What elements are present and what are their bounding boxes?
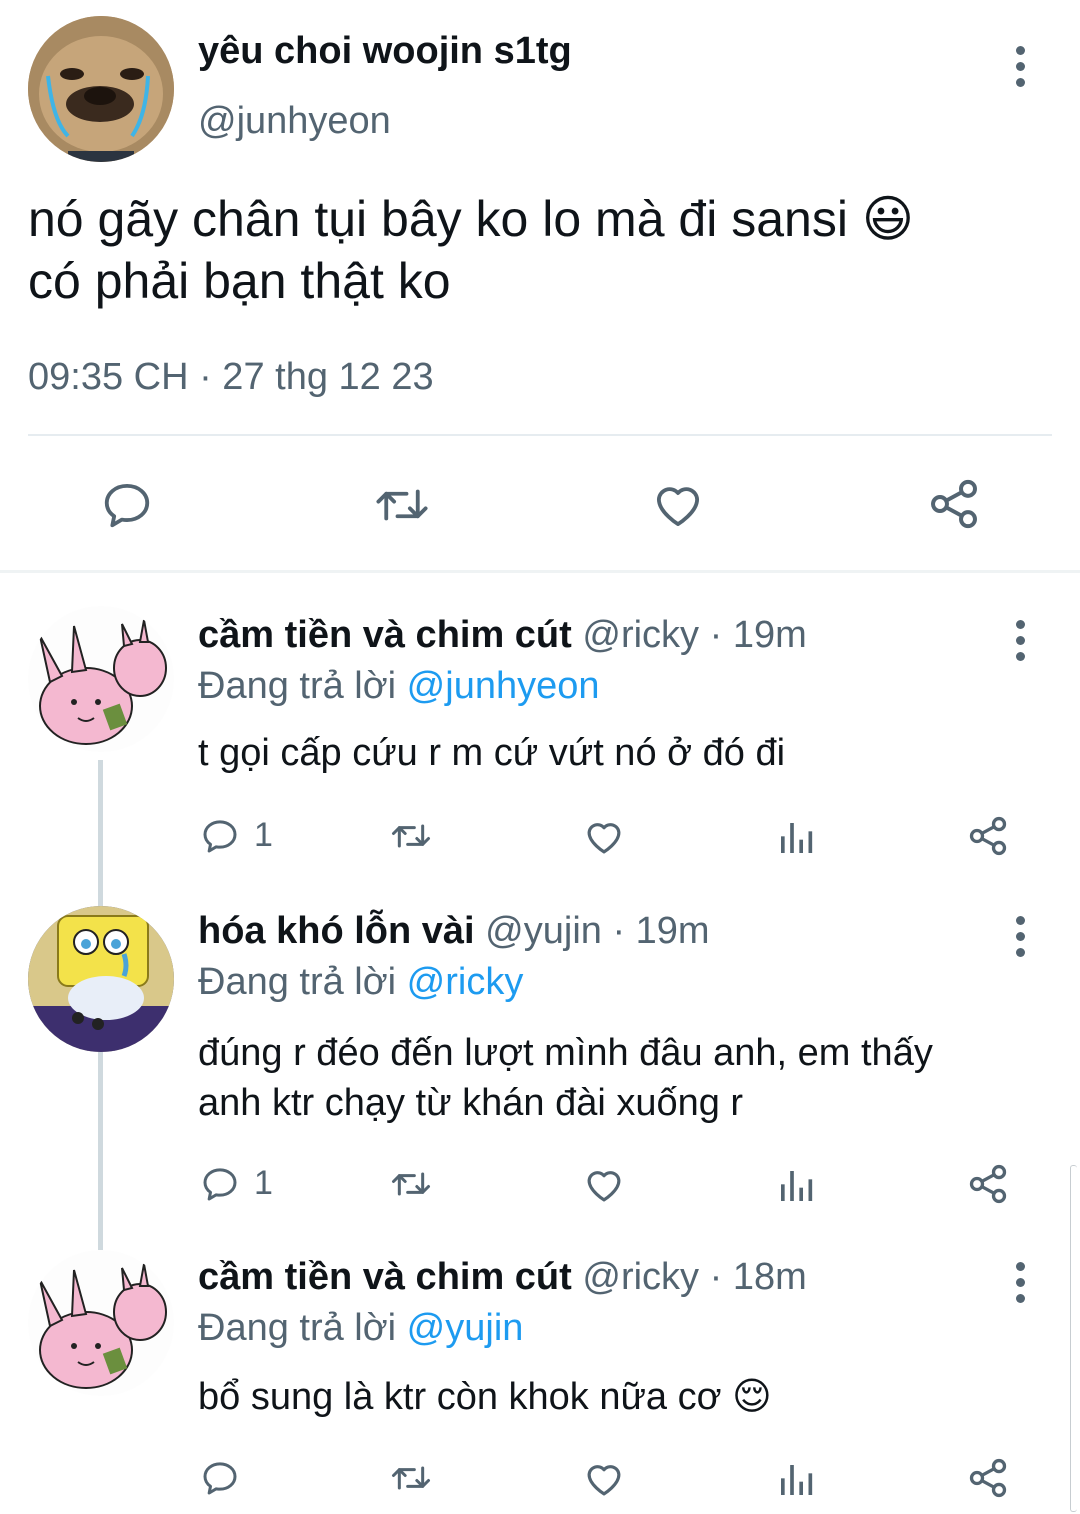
share-icon[interactable] [966, 814, 1010, 858]
more-options-icon[interactable] [1016, 916, 1026, 964]
reply-count: 1 [254, 816, 273, 854]
reply-meta[interactable]: @ricky · 18m [582, 1256, 806, 1298]
like-icon[interactable] [582, 1164, 626, 1206]
reply-text: đúng r đéo đến lượt mình đâu anh, em thấ… [198, 1028, 933, 1128]
reply-meta[interactable]: @ricky · 19m [582, 614, 806, 656]
replying-to: Đang trả lời @ricky [198, 961, 523, 1004]
analytics-icon[interactable] [776, 1166, 816, 1206]
replying-to: Đang trả lời @junhyeon [198, 665, 600, 708]
share-icon[interactable] [926, 476, 982, 532]
reply-meta[interactable]: @yujin · 19m [485, 910, 709, 952]
replying-label: Đang trả lời [198, 665, 397, 707]
replying-label: Đang trả lời [198, 961, 397, 1003]
reply-header: cầm tiền và chim cút @ricky · 18m [198, 1256, 807, 1299]
more-options-icon[interactable] [1016, 620, 1026, 668]
reply-display-name[interactable]: cầm tiền và chim cút [198, 1256, 572, 1298]
replying-to: Đang trả lời @yujin [198, 1307, 523, 1350]
reply-icon[interactable] [200, 1164, 240, 1204]
share-icon[interactable] [966, 1162, 1010, 1206]
analytics-icon[interactable] [776, 818, 816, 858]
reply-text-line: bổ sung là ktr còn khok nữa cơ [198, 1376, 722, 1418]
reply-icon[interactable] [200, 816, 240, 856]
more-options-icon[interactable] [1016, 1262, 1026, 1310]
avatar-image [28, 606, 174, 752]
replying-to-handle[interactable]: @yujin [407, 1307, 524, 1349]
analytics-icon[interactable] [776, 1460, 816, 1500]
reply-text: bổ sung là ktr còn khok nữa cơ 😌 [198, 1374, 772, 1419]
relieved-emoji-icon: 😌 [732, 1376, 772, 1418]
avatar-image [28, 16, 174, 162]
avatar[interactable] [28, 1250, 174, 1396]
reply-text-line1: đúng r đéo đến lượt mình đâu anh, em thấ… [198, 1032, 933, 1074]
reply-icon[interactable] [100, 478, 154, 532]
reply-icon[interactable] [200, 1458, 240, 1498]
reply-display-name[interactable]: cầm tiền và chim cút [198, 614, 572, 656]
avatar[interactable] [28, 16, 174, 162]
replying-to-handle[interactable]: @junhyeon [407, 665, 600, 707]
more-options-icon[interactable] [1016, 46, 1026, 94]
like-icon[interactable] [650, 478, 706, 532]
like-icon[interactable] [582, 1458, 626, 1500]
reply-header: hóa khó lỗn vài @yujin · 19m [198, 910, 710, 953]
reply-count: 1 [254, 1164, 273, 1202]
tweet-text-line1: nó gãy chân tụi bây ko lo mà đi sansi [28, 191, 848, 247]
reply-display-name[interactable]: hóa khó lỗn vài [198, 910, 475, 952]
tweet-timestamp[interactable]: 09:35 CH · 27 thg 12 23 [28, 356, 434, 399]
retweet-icon[interactable] [388, 1164, 434, 1204]
reply-header: cầm tiền và chim cút @ricky · 19m [198, 614, 807, 657]
share-icon[interactable] [966, 1456, 1010, 1500]
avatar[interactable] [28, 906, 174, 1052]
replying-label: Đang trả lời [198, 1307, 397, 1349]
avatar-image [28, 906, 174, 1052]
reply-text: t gọi cấp cứu r m cứ vứt nó ở đó đi [198, 732, 786, 774]
divider [28, 434, 1052, 436]
author-display-name[interactable]: yêu choi woojin s1tg [198, 30, 572, 73]
tweet-text-line2: có phải bạn thật ko [28, 253, 451, 309]
grinning-emoji-icon: 😃 [861, 191, 914, 247]
replying-to-handle[interactable]: @ricky [407, 961, 524, 1003]
retweet-icon[interactable] [388, 816, 434, 856]
avatar-image [28, 1250, 174, 1396]
retweet-icon[interactable] [388, 1458, 434, 1498]
scrollbar[interactable] [1070, 1165, 1077, 1512]
avatar[interactable] [28, 606, 174, 752]
reply-text-line2: anh ktr chạy từ khán đài xuống r [198, 1082, 744, 1124]
like-icon[interactable] [582, 816, 626, 858]
tweet-text: nó gãy chân tụi bây ko lo mà đi sansi 😃 … [28, 188, 1058, 312]
section-divider [0, 570, 1080, 573]
retweet-icon[interactable] [372, 478, 432, 532]
author-handle[interactable]: @junhyeon [198, 100, 391, 143]
